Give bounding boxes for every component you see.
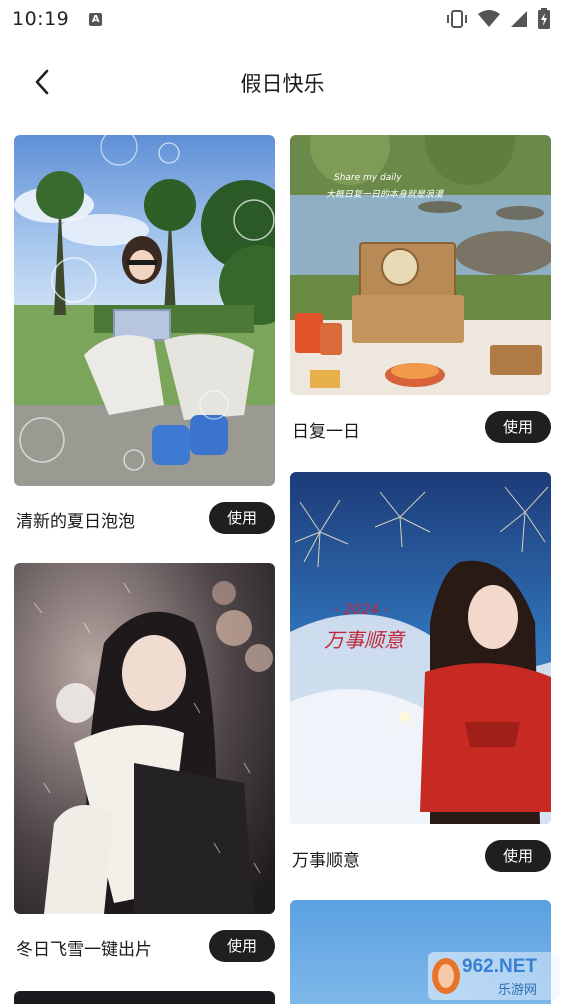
template-image-summer-bubbles[interactable] bbox=[14, 135, 275, 486]
fireworks-overlay-wish: 万事顺意 bbox=[324, 628, 404, 652]
watermark-logo-text: 962.NET bbox=[462, 956, 537, 977]
status-bar: 10:19 A bbox=[0, 0, 565, 38]
nav-bar: 假日快乐 bbox=[0, 52, 565, 112]
template-title: 清新的夏日泡泡 bbox=[16, 512, 135, 532]
template-card-day-after-day[interactable]: Share my daily 大概日复一日的本身就是浪漫 日复一日 使用 bbox=[290, 135, 551, 445]
vibrate-icon bbox=[447, 10, 467, 28]
template-title: 冬日飞雪一键出片 bbox=[16, 940, 152, 960]
template-card-summer-bubbles[interactable]: 清新的夏日泡泡 使用 bbox=[14, 135, 275, 535]
notification-a-icon: A bbox=[89, 12, 103, 26]
template-title: 万事顺意 bbox=[292, 851, 360, 871]
use-button[interactable]: 使用 bbox=[209, 502, 275, 534]
battery-charging-icon bbox=[538, 8, 550, 29]
use-button[interactable]: 使用 bbox=[209, 930, 275, 962]
template-image-next-left[interactable] bbox=[14, 991, 275, 1004]
status-time: 10:19 bbox=[12, 8, 70, 30]
template-title: 日复一日 bbox=[292, 422, 360, 442]
picnic-overlay-line1: Share my daily bbox=[334, 173, 402, 183]
template-image-day-after-day[interactable] bbox=[290, 135, 551, 395]
status-left: 10:19 A bbox=[12, 8, 103, 30]
summer-bubbles-photo bbox=[14, 135, 275, 486]
template-image-winter-snow[interactable] bbox=[14, 563, 275, 914]
fireworks-overlay-year: - 2024 - bbox=[334, 602, 389, 618]
site-watermark: 962.NET 乐游网 bbox=[428, 952, 560, 1000]
picnic-photo bbox=[290, 135, 551, 395]
use-button[interactable]: 使用 bbox=[485, 840, 551, 872]
use-button[interactable]: 使用 bbox=[485, 411, 551, 443]
page-title: 假日快乐 bbox=[240, 72, 325, 96]
template-card-winter-snow[interactable]: 冬日飞雪一键出片 使用 bbox=[14, 563, 275, 963]
picnic-overlay-line2: 大概日复一日的本身就是浪漫 bbox=[326, 190, 444, 200]
status-right bbox=[445, 8, 551, 30]
watermark-sub-text: 乐游网 bbox=[498, 983, 538, 998]
signal-icon bbox=[511, 11, 527, 27]
wifi-icon bbox=[478, 10, 500, 27]
winter-snow-photo bbox=[14, 563, 275, 914]
template-card-fireworks[interactable]: - 2024 - 万事顺意 万事顺意 使用 bbox=[290, 472, 551, 872]
